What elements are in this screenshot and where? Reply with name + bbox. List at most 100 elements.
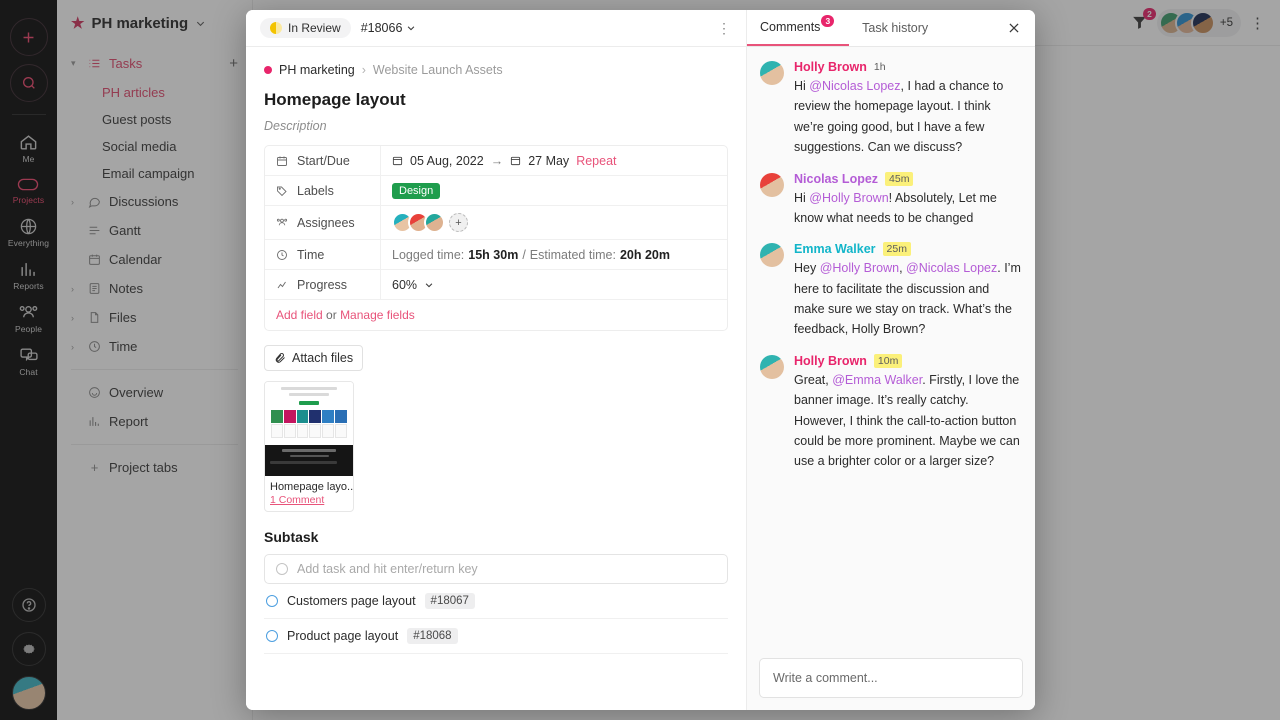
comment-item: Holly Brown 1h Hi @Nicolas Lopez, I had a … bbox=[760, 60, 1022, 158]
close-icon[interactable] bbox=[993, 10, 1035, 46]
comment-text: Hey @Holly Brown, @Nicolas Lopez. I’m he… bbox=[794, 258, 1022, 340]
due-date-icon bbox=[510, 155, 521, 166]
thumbnail-top bbox=[265, 382, 353, 445]
breadcrumb-list[interactable]: Website Launch Assets bbox=[373, 63, 503, 77]
task-menu-button[interactable]: ⋮ bbox=[717, 20, 732, 37]
field-label: Time bbox=[297, 247, 325, 262]
clock-icon bbox=[275, 249, 289, 261]
attach-files-label: Attach files bbox=[292, 351, 354, 365]
checkbox-icon[interactable] bbox=[266, 630, 278, 642]
comment-body: Holly Brown 10m Great, @Emma Walker. First… bbox=[794, 353, 1022, 472]
mention-link[interactable]: @Emma Walker bbox=[832, 373, 922, 387]
subtask-title: Customers page layout bbox=[287, 594, 416, 608]
field-value-cell[interactable]: Design bbox=[381, 177, 727, 205]
task-detail-modal: In Review #18066 ⋮ PH marketing › Websit… bbox=[246, 10, 1035, 710]
comment-author[interactable]: Emma Walker bbox=[794, 242, 876, 256]
tab-comments-label: Comments bbox=[760, 20, 821, 34]
field-label-cell: Assignees bbox=[265, 206, 381, 239]
mention-link[interactable]: @Nicolas Lopez bbox=[809, 79, 900, 93]
manage-fields-link[interactable]: Manage fields bbox=[340, 308, 415, 322]
comment-text-segment: , bbox=[899, 261, 907, 276]
avatar bbox=[760, 243, 784, 268]
field-row-assignees: Assignees + bbox=[265, 206, 727, 240]
tab-task-history[interactable]: Task history bbox=[849, 10, 941, 46]
comment-body: Emma Walker 25m Hey @Holly Brown, @Nicolas… bbox=[794, 242, 1022, 340]
breadcrumb: PH marketing › Website Launch Assets bbox=[264, 63, 728, 77]
field-label-cell: Labels bbox=[265, 176, 381, 205]
due-date-value: 27 May bbox=[528, 153, 570, 168]
attachment-comment-link[interactable]: 1 Comment bbox=[265, 494, 353, 511]
add-subtask-input[interactable]: Add task and hit enter/return key bbox=[264, 554, 728, 584]
comment-text-segment: Hey bbox=[794, 261, 820, 276]
repeat-link[interactable]: Repeat bbox=[576, 154, 616, 168]
status-label: In Review bbox=[288, 21, 341, 35]
subtask-heading: Subtask bbox=[264, 529, 319, 545]
calendar-icon bbox=[275, 155, 289, 167]
comment-body: Holly Brown 1h Hi @Nicolas Lopez, I had a … bbox=[794, 60, 1022, 158]
field-actions: Add field or Manage fields bbox=[265, 301, 426, 329]
tag-icon bbox=[275, 185, 289, 197]
comment-text: Hi @Nicolas Lopez, I had a chance to rev… bbox=[794, 76, 1022, 158]
task-detail-pane: In Review #18066 ⋮ PH marketing › Websit… bbox=[246, 10, 747, 710]
subtask-row[interactable]: Product page layout #18068 bbox=[264, 619, 728, 654]
comment-author[interactable]: Nicolas Lopez bbox=[794, 172, 878, 186]
tab-comments-badge: 3 bbox=[821, 15, 835, 27]
attachment-card[interactable]: Homepage layo... 1 Comment bbox=[264, 381, 354, 512]
tab-comments[interactable]: Comments 3 bbox=[747, 10, 850, 46]
attach-files-button[interactable]: Attach files bbox=[264, 345, 364, 371]
comments-pane: Comments 3 Task history Holly Brown 1h Hi … bbox=[747, 10, 1035, 710]
field-value-cell[interactable]: + bbox=[381, 206, 727, 239]
progress-icon bbox=[275, 279, 289, 291]
field-value-cell[interactable]: 60% bbox=[381, 272, 727, 298]
comment-author[interactable]: Holly Brown bbox=[794, 60, 867, 74]
mention-link[interactable]: @Holly Brown bbox=[809, 191, 888, 205]
description-label[interactable]: Description bbox=[264, 119, 728, 133]
comment-list: Holly Brown 1h Hi @Nicolas Lopez, I had a … bbox=[747, 47, 1035, 646]
assignee-avatars[interactable]: + bbox=[392, 212, 468, 233]
write-comment-placeholder: Write a comment... bbox=[773, 671, 878, 685]
logged-time-label: Logged time: bbox=[392, 247, 465, 262]
subtask-row[interactable]: Customers page layout #18067 bbox=[264, 584, 728, 619]
comment-author[interactable]: Holly Brown bbox=[794, 354, 867, 368]
mention-link[interactable]: @Holly Brown bbox=[820, 261, 899, 275]
checkbox-icon bbox=[276, 563, 288, 575]
comment-text-segment: Great, bbox=[794, 372, 833, 387]
field-row-progress: Progress 60% bbox=[265, 270, 727, 300]
tab-task-history-label: Task history bbox=[862, 21, 929, 35]
comment-composer: Write a comment... bbox=[747, 646, 1035, 710]
chevron-down-icon bbox=[408, 26, 415, 31]
field-label: Progress bbox=[297, 277, 348, 292]
mention-link[interactable]: @Nicolas Lopez bbox=[906, 261, 997, 275]
comment-text-segment: Hi bbox=[794, 190, 810, 205]
field-value-cell[interactable]: 05 Aug, 2022 → 27 May Repeat bbox=[381, 148, 727, 174]
add-field-link[interactable]: Add field bbox=[276, 308, 323, 322]
field-row-time: Time Logged time: 15h 30m / Estimated ti… bbox=[265, 240, 727, 270]
comment-header: Holly Brown 1h bbox=[794, 60, 1022, 74]
comment-body: Nicolas Lopez 45m Hi @Holly Brown! Absolut… bbox=[794, 171, 1022, 229]
comment-text: Great, @Emma Walker. Firstly, I love the… bbox=[794, 370, 1022, 472]
comment-timestamp: 25m bbox=[882, 242, 911, 257]
field-row-actions: Add field or Manage fields bbox=[265, 300, 727, 330]
field-label: Labels bbox=[297, 183, 334, 198]
comment-text: Hi @Holly Brown! Absolutely, Let me know… bbox=[794, 188, 1022, 229]
status-badge[interactable]: In Review bbox=[260, 18, 351, 38]
thumbnail-bottom bbox=[265, 445, 353, 476]
field-value-cell[interactable]: Logged time: 15h 30m / Estimated time: 2… bbox=[381, 242, 727, 268]
comment-text-segment: Hi bbox=[794, 79, 810, 93]
status-icon bbox=[270, 22, 282, 34]
comment-text-segment: . Firstly, I love the banner image. It’s… bbox=[794, 372, 1020, 469]
add-assignee-button[interactable]: + bbox=[449, 213, 468, 232]
breadcrumb-project[interactable]: PH marketing bbox=[279, 63, 355, 77]
checkbox-icon[interactable] bbox=[266, 595, 278, 607]
field-label: Start/Due bbox=[297, 153, 350, 168]
write-comment-input[interactable]: Write a comment... bbox=[759, 658, 1023, 698]
subtask-title: Product page layout bbox=[287, 629, 399, 643]
estimated-time-value: 20h 20m bbox=[619, 247, 670, 262]
task-number[interactable]: #18066 bbox=[361, 21, 417, 35]
fields-table: Start/Due 05 Aug, 2022 → 27 May Repeat L… bbox=[264, 145, 728, 331]
progress-value: 60% bbox=[392, 277, 418, 292]
project-dot-icon bbox=[264, 66, 272, 74]
comment-header: Nicolas Lopez 45m bbox=[794, 171, 1022, 186]
breadcrumb-separator: › bbox=[361, 63, 366, 77]
paperclip-icon bbox=[275, 353, 285, 363]
